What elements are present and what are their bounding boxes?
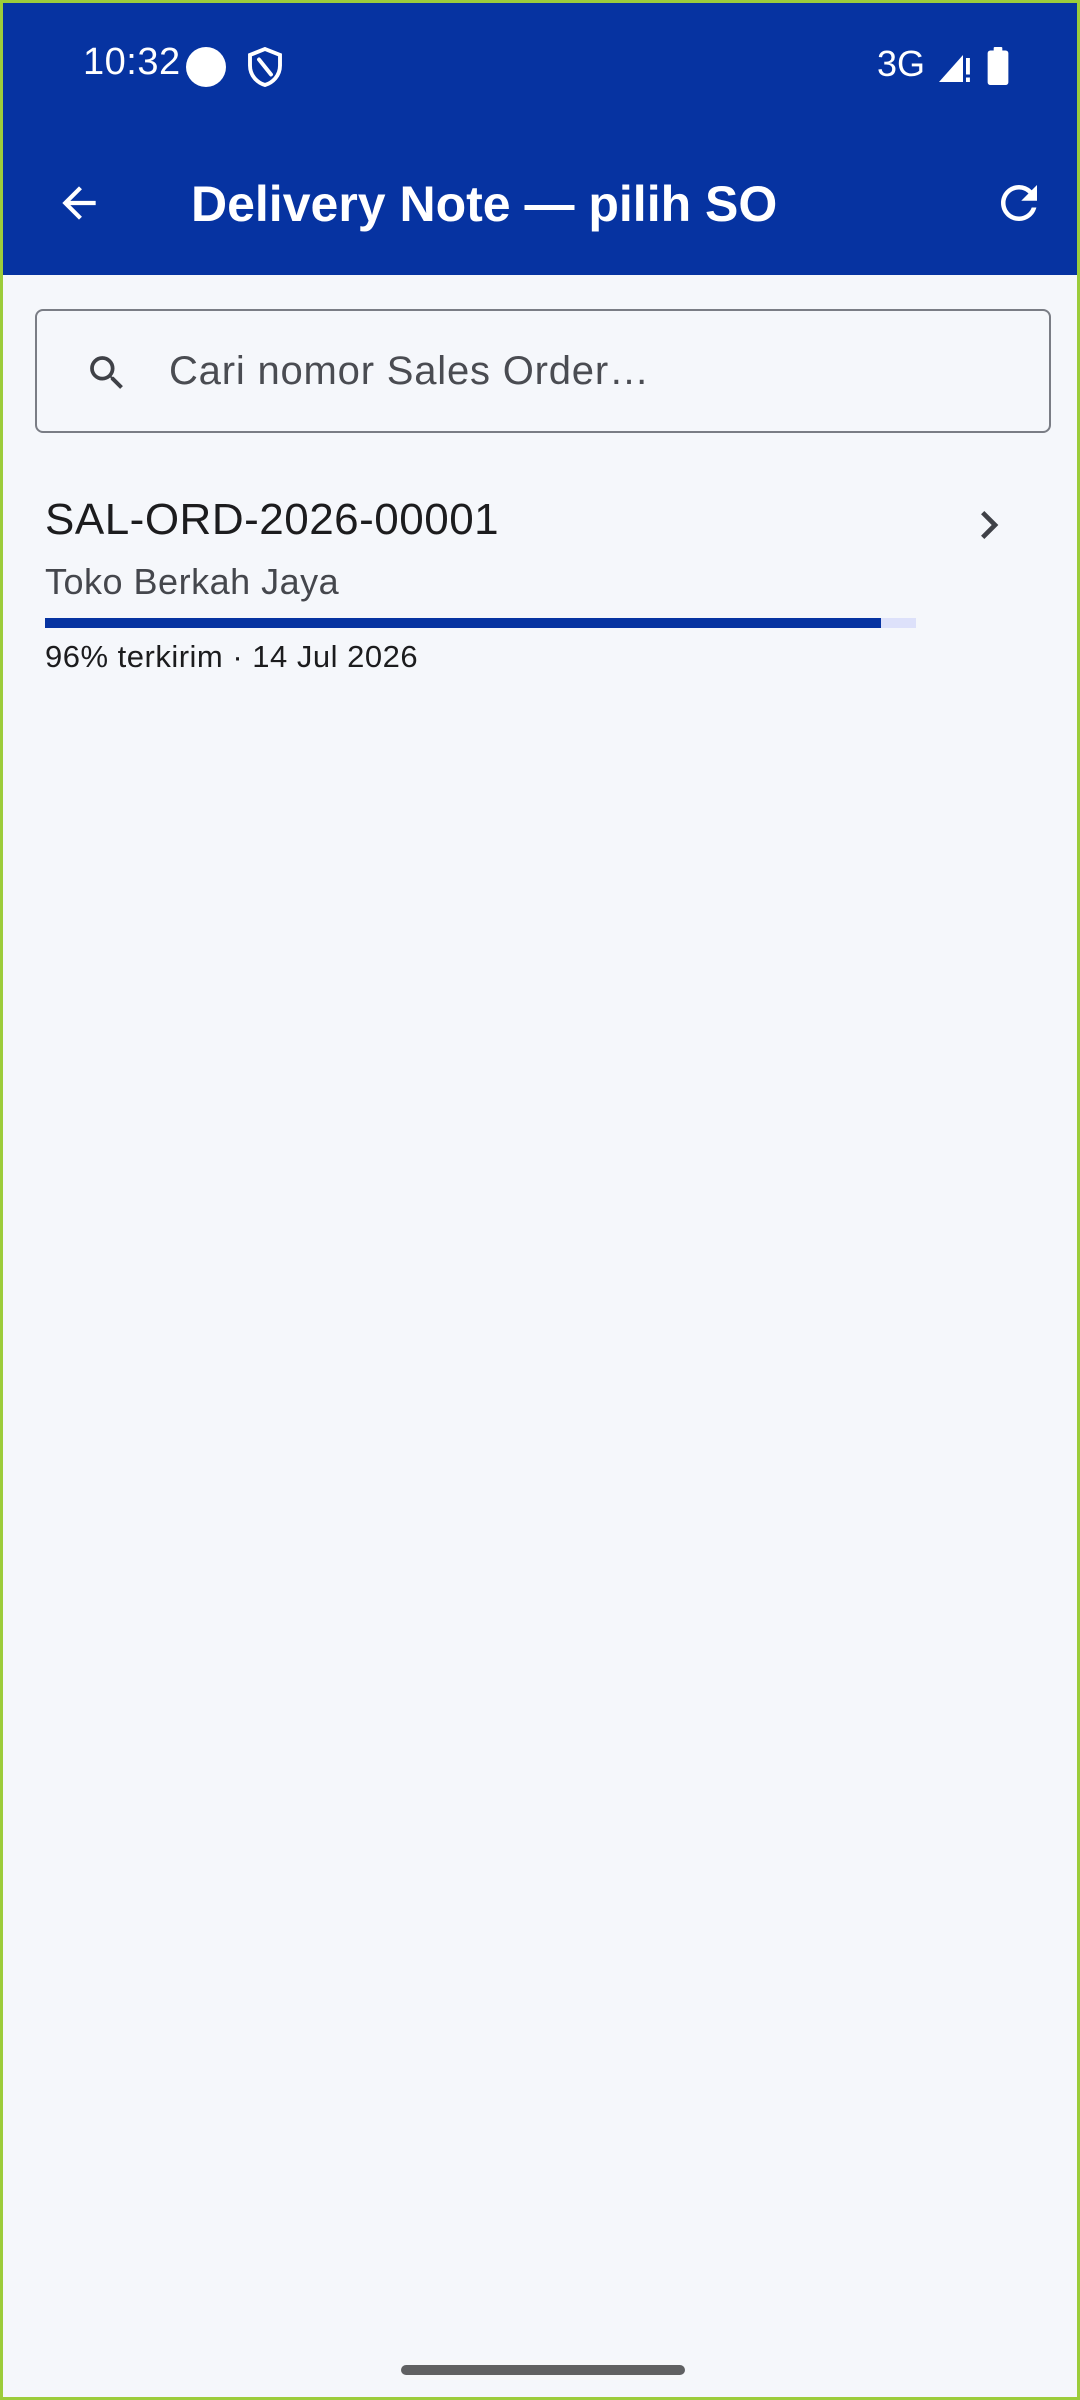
screen: 10:32 3G Delivery Note — pilih SO Cari n… xyxy=(0,0,1080,2400)
signal-icon xyxy=(939,55,970,82)
sales-order-item[interactable]: SAL-ORD-2026-00001 Toko Berkah Jaya 96% … xyxy=(3,473,1077,693)
delivery-progress-fill xyxy=(45,618,882,628)
delivery-status-text: 96% terkirim · 14 Jul 2026 xyxy=(45,639,419,674)
search-field[interactable] xyxy=(35,309,1051,433)
delivery-progress-bar xyxy=(45,618,916,628)
chevron-right-icon xyxy=(981,511,999,539)
top-bar: 10:32 3G Delivery Note — pilih SO xyxy=(3,3,1077,275)
network-type: 3G xyxy=(877,43,926,84)
back-button[interactable] xyxy=(43,167,115,239)
home-indicator[interactable] xyxy=(401,2365,685,2375)
refresh-button[interactable] xyxy=(983,167,1055,239)
page-title: Delivery Note — pilih SO xyxy=(191,176,778,232)
arrow-back-icon xyxy=(62,186,96,220)
app-bar: Delivery Note — pilih SO xyxy=(3,131,1077,275)
status-bar: 10:32 3G xyxy=(3,3,1077,131)
customer-name: Toko Berkah Jaya xyxy=(45,561,340,602)
search-input[interactable] xyxy=(169,331,1009,411)
refresh-icon xyxy=(1001,185,1037,221)
search-icon xyxy=(90,356,123,389)
battery-icon xyxy=(987,47,1009,85)
circle-icon xyxy=(186,47,226,87)
sales-order-number: SAL-ORD-2026-00001 xyxy=(45,495,500,544)
shield-icon xyxy=(248,47,282,87)
status-time: 10:32 xyxy=(83,41,181,83)
